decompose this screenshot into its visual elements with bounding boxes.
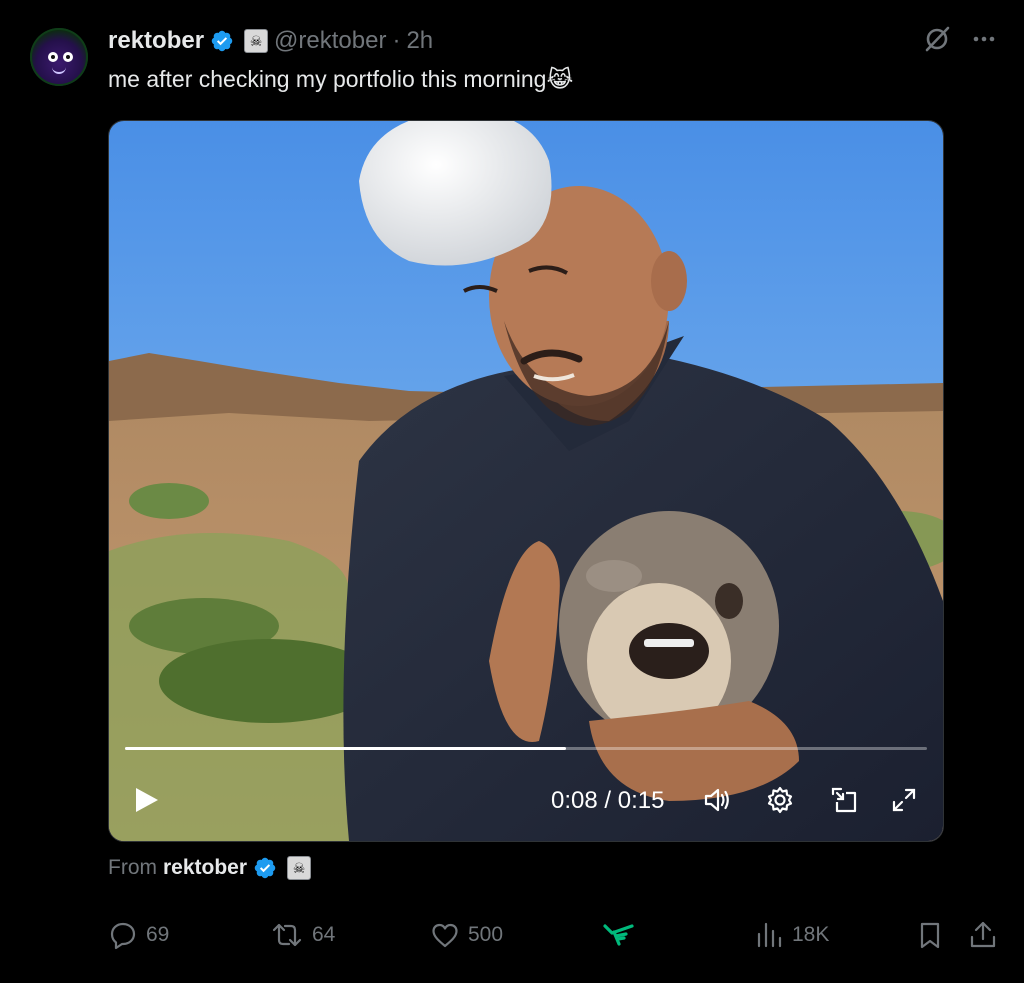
tweet-action-bar: 69 64 500 18K <box>108 920 998 954</box>
share-button[interactable] <box>968 920 998 950</box>
bookmark-icon <box>920 922 940 949</box>
grok-icon[interactable] <box>922 24 952 54</box>
video-controls: 0:08 / 0:15 <box>109 777 943 821</box>
grok-analyze-icon <box>603 924 634 946</box>
skull-affiliate-badge-icon[interactable]: ☠ <box>287 856 312 880</box>
views-analytics-icon <box>757 922 782 948</box>
tweet-text: me after checking my portfolio this morn… <box>108 66 574 92</box>
views-button[interactable]: 18K <box>754 920 829 950</box>
avatar[interactable] <box>30 28 88 86</box>
settings-gear-icon[interactable] <box>765 785 795 815</box>
reply-count: 69 <box>146 923 170 946</box>
video-attribution: From rektober ☠ <box>108 856 312 880</box>
tweet-header: rektober ☠ @rektober · 2h <box>108 24 433 58</box>
repost-count: 64 <box>312 923 336 946</box>
verified-badge-icon <box>254 857 276 879</box>
author-name[interactable]: rektober <box>108 27 204 55</box>
reply-button[interactable]: 69 <box>108 920 169 950</box>
avatar-eye-left <box>48 52 58 62</box>
repost-button[interactable]: 64 <box>270 920 335 950</box>
from-label: From <box>108 856 157 879</box>
video-player[interactable]: 0:08 / 0:15 <box>108 120 944 842</box>
share-icon <box>970 921 996 948</box>
skull-affiliate-badge-icon[interactable]: ☠ <box>244 29 269 53</box>
video-progress-fill <box>125 747 567 750</box>
avatar-eye-right <box>63 52 73 62</box>
tweet-top-actions <box>922 24 998 54</box>
fullscreen-icon[interactable] <box>889 785 919 815</box>
video-time-display: 0:08 / 0:15 <box>551 787 665 814</box>
volume-icon[interactable] <box>701 785 731 815</box>
heart-icon <box>432 923 458 948</box>
video-progress-track[interactable] <box>125 747 927 750</box>
picture-in-picture-icon[interactable] <box>829 785 859 815</box>
views-count: 18K <box>792 923 830 946</box>
avatar-mouth <box>52 66 66 74</box>
separator-dot: · <box>392 27 401 54</box>
grok-analyze-button[interactable] <box>602 920 636 950</box>
author-handle[interactable]: @rektober <box>274 27 386 55</box>
play-icon[interactable] <box>131 785 161 815</box>
from-author-name[interactable]: rektober <box>163 856 247 880</box>
more-options-icon[interactable] <box>970 25 998 53</box>
post-time[interactable]: 2h <box>406 27 433 55</box>
like-button[interactable]: 500 <box>430 920 503 950</box>
reply-icon <box>110 922 136 950</box>
bookmark-button[interactable] <box>916 920 944 950</box>
video-frame <box>109 121 943 841</box>
like-count: 500 <box>468 923 504 946</box>
verified-badge-icon <box>211 30 233 52</box>
repost-icon <box>272 923 302 947</box>
